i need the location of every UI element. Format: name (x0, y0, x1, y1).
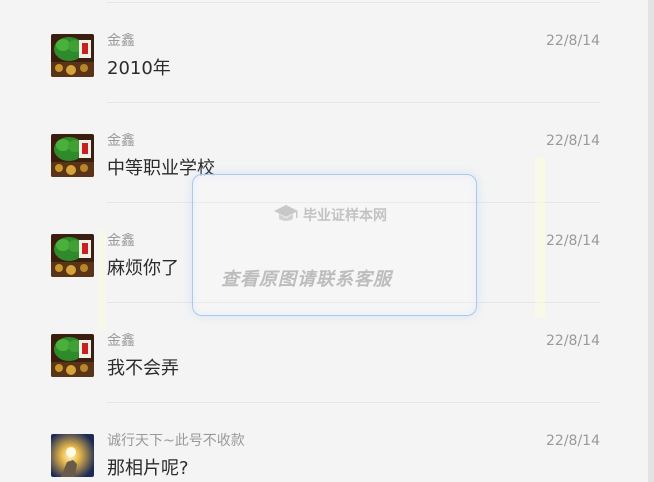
money-tree-avatar[interactable] (51, 334, 94, 377)
glowing-hand-avatar[interactable] (51, 434, 94, 477)
message-date: 22/8/14 (546, 233, 600, 249)
sender-name: 金鑫 (107, 233, 135, 249)
money-tree-avatar[interactable] (51, 234, 94, 277)
message-item[interactable]: 金鑫 22/8/14 2010年 (0, 3, 654, 103)
graduation-cap-icon (273, 203, 299, 227)
sender-name: 金鑫 (107, 33, 135, 49)
glow-strip (535, 158, 545, 318)
watermark-brand-text: 毕业证样本网 (303, 208, 387, 224)
message-date: 22/8/14 (546, 333, 600, 349)
sender-name: 金鑫 (107, 133, 135, 149)
message-text: 我不会弄 (107, 358, 179, 379)
glow-strip (98, 230, 106, 330)
watermark-brand: 毕业证样本网 (273, 203, 387, 227)
message-text: 2010年 (107, 58, 171, 79)
money-tree-avatar[interactable] (51, 134, 94, 177)
message-date: 22/8/14 (546, 33, 600, 49)
chat-history-page: 金鑫 22/8/14 2010年 金鑫 22/8/14 中等职业学校 金鑫 22… (0, 0, 654, 482)
money-tree-avatar[interactable] (51, 34, 94, 77)
watermark-overlay: 毕业证样本网 查看原图请联系客服 (192, 174, 477, 316)
message-date: 22/8/14 (546, 433, 600, 449)
message-text: 那相片呢? (107, 458, 189, 479)
message-text: 麻烦你了 (107, 258, 179, 279)
message-item[interactable]: 诚行天下~此号不收款 22/8/14 那相片呢? (0, 403, 654, 482)
watermark-notice: 查看原图请联系客服 (221, 269, 392, 290)
message-date: 22/8/14 (546, 133, 600, 149)
sender-name: 诚行天下~此号不收款 (107, 433, 245, 449)
scrollbar-track[interactable] (648, 0, 654, 482)
sender-name: 金鑫 (107, 333, 135, 349)
